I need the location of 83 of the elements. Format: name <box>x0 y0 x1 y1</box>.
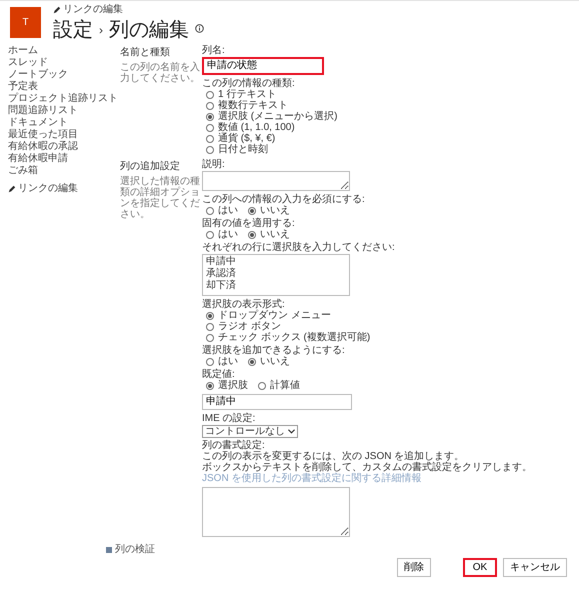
choice-text: 却下済 <box>206 280 236 292</box>
edit-links-link[interactable]: リンクの編集 <box>8 183 78 195</box>
field-label: 列の書式設定: <box>202 440 265 451</box>
nav-link[interactable]: 問題追跡リスト <box>8 105 78 116</box>
pencil-icon <box>8 185 16 193</box>
column-validation-link[interactable]: 列の検証 <box>106 544 155 556</box>
text-input[interactable]: 申請の状態 <box>202 57 324 75</box>
section-heading: 名前と種類 <box>120 47 171 59</box>
radio-option[interactable]: いいえ <box>248 205 290 216</box>
radio-option[interactable]: はい <box>206 356 238 367</box>
radio-button[interactable] <box>248 358 256 366</box>
nav-link[interactable]: ドキュメント <box>8 117 68 128</box>
radio-option[interactable]: 1 行テキスト <box>206 89 276 100</box>
radio-button[interactable] <box>206 334 214 342</box>
field-label: 既定値: <box>202 369 235 380</box>
nav-link[interactable]: ホーム <box>8 45 38 56</box>
section-description: 選択した情報の種類の詳細オプションを指定してください。 <box>120 176 201 220</box>
radio-option[interactable]: いいえ <box>248 356 290 367</box>
radio-option[interactable]: 選択肢 <box>206 380 248 391</box>
dialog-button[interactable]: OK <box>463 558 497 577</box>
radio-option[interactable]: ドロップダウン メニュー <box>206 310 331 321</box>
dialog-button[interactable]: キャンセル <box>503 558 567 577</box>
text-input[interactable]: 申請中 <box>202 394 352 410</box>
radio-button[interactable] <box>206 102 214 110</box>
nav-link[interactable]: ごみ箱 <box>8 165 38 176</box>
square-icon <box>106 547 112 553</box>
section-description: この列の名前を入力してください。 <box>120 62 201 84</box>
radio-option[interactable]: はい <box>206 229 238 240</box>
radio-button[interactable] <box>206 358 214 366</box>
radio-option[interactable]: 選択肢 (メニューから選択) <box>206 111 338 122</box>
text-area[interactable]: 申請中 承認済 却下済 <box>202 254 350 296</box>
radio-button[interactable] <box>206 146 214 154</box>
nav-link[interactable]: プロジェクト追跡リスト <box>8 93 118 104</box>
field-label: IME の設定: <box>202 413 256 424</box>
radio-option[interactable]: 日付と時刻 <box>206 144 268 155</box>
field-label: この列への情報の入力を必須にする: <box>202 194 365 205</box>
caret-icon <box>288 429 295 434</box>
nav-link[interactable]: 最近使った項目 <box>8 129 78 140</box>
radio-option[interactable]: 通貨 ($, ¥, €) <box>206 133 276 144</box>
field-label: 選択肢の表示形式: <box>202 299 285 310</box>
choice-text: 承認済 <box>206 268 236 280</box>
radio-button[interactable] <box>206 382 214 390</box>
radio-button[interactable] <box>248 230 256 238</box>
choice-text: 申請中 <box>206 256 236 268</box>
dialog-button[interactable]: 削除 <box>397 558 431 577</box>
page-title: 列の編集 <box>109 18 189 42</box>
edit-links-link[interactable]: リンクの編集 <box>53 4 123 16</box>
field-label: 説明: <box>202 159 225 170</box>
field-label: この列の情報の種類: <box>202 78 295 89</box>
nav-link[interactable]: 有給休暇申請 <box>8 153 68 164</box>
field-label: 固有の値を適用する: <box>202 218 295 229</box>
page-title: 設定 <box>53 18 93 42</box>
help-text: ボックスからテキストを削除して、カスタムの書式設定をクリアします。 <box>202 462 532 473</box>
radio-option[interactable]: はい <box>206 205 238 216</box>
radio-option[interactable]: 計算値 <box>258 380 300 391</box>
radio-button[interactable] <box>206 112 214 120</box>
radio-option[interactable]: いいえ <box>248 229 290 240</box>
nav-link[interactable]: ノートブック <box>8 69 68 80</box>
help-text: この列の表示を変更するには、次の JSON を追加します。 <box>202 451 464 462</box>
radio-button[interactable] <box>258 382 266 390</box>
radio-option[interactable]: 複数行テキスト <box>206 100 288 111</box>
nav-link[interactable]: スレッド <box>8 57 48 68</box>
section-heading: 列の追加設定 <box>120 161 181 173</box>
nav-link[interactable]: 有給休暇の承認 <box>8 141 78 152</box>
field-label: 列名: <box>202 45 225 56</box>
radio-button[interactable] <box>206 90 214 98</box>
site-logo[interactable]: T <box>10 7 41 38</box>
breadcrumb-separator: › <box>99 24 103 36</box>
radio-button[interactable] <box>206 230 214 238</box>
radio-button[interactable] <box>206 206 214 214</box>
radio-button[interactable] <box>206 124 214 132</box>
ime-dropdown[interactable]: コントロールなし <box>202 425 298 438</box>
nav-link[interactable]: 予定表 <box>8 81 38 92</box>
radio-button[interactable] <box>206 322 214 330</box>
pencil-icon <box>53 6 61 14</box>
radio-option[interactable]: 数値 (1, 1.0, 100) <box>206 122 295 133</box>
radio-option[interactable]: チェック ボックス (複数選択可能) <box>206 332 370 343</box>
radio-option[interactable]: ラジオ ボタン <box>206 321 281 332</box>
radio-button[interactable] <box>248 206 256 214</box>
radio-button[interactable] <box>206 312 214 320</box>
radio-button[interactable] <box>206 134 214 142</box>
field-label: 選択肢を追加できるようにする: <box>202 345 345 356</box>
field-label: それぞれの行に選択肢を入力してください: <box>202 242 395 253</box>
